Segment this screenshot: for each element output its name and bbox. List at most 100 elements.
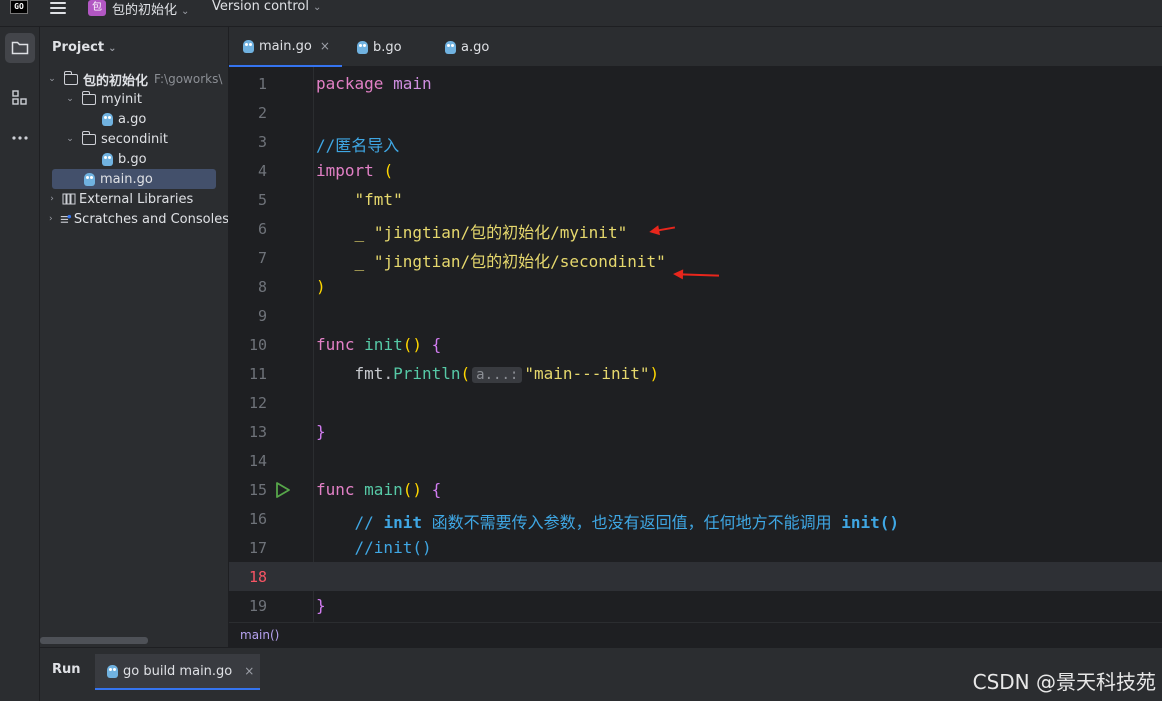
gopher-file-icon	[243, 39, 254, 53]
tree-item-external-libraries[interactable]: › External Libraries	[40, 189, 228, 209]
code-line[interactable]: 1 package main	[229, 69, 1162, 98]
paren: (	[460, 364, 471, 383]
tree-item-path: F:\goworks\	[154, 72, 223, 86]
tab-main-go[interactable]: main.go ×	[229, 27, 342, 67]
code-line[interactable]: 19 }	[229, 591, 1162, 620]
watermark: CSDN @景天科技苑	[972, 670, 1156, 694]
close-icon[interactable]: ×	[244, 664, 254, 678]
structure-icon	[12, 90, 27, 105]
more-tools-button[interactable]	[5, 123, 35, 153]
tree-item-label: main.go	[100, 171, 153, 187]
line-number: 1	[257, 75, 267, 93]
tab-label: a.go	[461, 39, 490, 55]
close-icon[interactable]: ×	[320, 39, 330, 53]
brace: }	[316, 422, 326, 441]
brace: {	[431, 335, 442, 354]
line-number: 8	[257, 278, 267, 296]
code-line[interactable]: 16 // init 函数不需要传入参数，也没有返回值，任何地方不能调用 ini…	[229, 504, 1162, 533]
tree-item-root[interactable]: ⌄ 包的初始化 F:\goworks\	[40, 69, 228, 89]
tree-item-label: Scratches and Consoles	[73, 211, 229, 227]
structure-tool-button[interactable]	[5, 83, 35, 113]
code-line[interactable]: 9	[229, 301, 1162, 330]
project-name-label: 包的初始化	[112, 3, 178, 18]
code-line[interactable]: 14	[229, 446, 1162, 475]
line-number: 16	[248, 510, 267, 528]
keyword: func	[316, 480, 355, 499]
tab-b-go[interactable]: b.go	[357, 27, 437, 67]
tab-a-go[interactable]: a.go	[445, 27, 525, 67]
chevron-down-icon[interactable]: ⌄	[46, 74, 58, 84]
code-line[interactable]: 15 func main() {	[229, 475, 1162, 504]
comment: //	[354, 538, 374, 557]
code-line[interactable]: 13 }	[229, 417, 1162, 446]
scratches-icon	[60, 214, 71, 223]
hamburger-icon[interactable]	[50, 2, 66, 14]
code-line[interactable]: 4 import (	[229, 156, 1162, 185]
run-tab-go-build[interactable]: go build main.go ×	[95, 654, 260, 690]
paren: ()	[402, 335, 422, 354]
chevron-right-icon[interactable]: ›	[46, 214, 56, 224]
comment: //匿名导入	[316, 136, 400, 155]
tree-item-label: External Libraries	[79, 191, 194, 207]
version-control-menu[interactable]: Version control ⌄	[212, 0, 321, 14]
tree-item-main-go[interactable]: main.go	[52, 169, 216, 189]
code-editor[interactable]: 1 package main 2 3 //匿名导入 4 import ( 5 "…	[229, 67, 1162, 622]
folder-icon	[81, 130, 96, 145]
run-gutter-icon[interactable]	[275, 481, 291, 499]
chevron-down-icon[interactable]: ⌄	[64, 134, 76, 144]
line-number: 12	[248, 394, 267, 412]
function-name: init	[364, 335, 403, 354]
chevron-right-icon[interactable]: ›	[46, 194, 58, 204]
tree-item-scratches[interactable]: › Scratches and Consoles	[40, 209, 229, 229]
code-line-current[interactable]: 18	[229, 562, 1162, 591]
function-call: Println	[393, 364, 461, 383]
paren: )	[316, 277, 326, 296]
chevron-down-icon: ⌄	[313, 2, 322, 13]
brace: {	[431, 480, 442, 499]
string-literal: "main---init"	[524, 364, 650, 383]
tool-window-strip	[0, 27, 40, 701]
project-switcher[interactable]: 包的初始化 ⌄	[112, 0, 189, 18]
line-number: 15	[248, 481, 267, 499]
breadcrumb-item[interactable]: main()	[240, 628, 279, 642]
horizontal-scrollbar[interactable]	[40, 637, 148, 644]
project-badge-icon[interactable]: 包	[88, 0, 106, 16]
title-bar: GO 包 包的初始化 ⌄ Version control ⌄	[0, 0, 1162, 27]
tree-item-myinit[interactable]: ⌄ myinit	[40, 89, 228, 109]
comment-code: init()	[841, 513, 900, 532]
tree-item-label: 包的初始化	[83, 73, 149, 89]
line-number: 9	[257, 307, 267, 325]
string-literal: "jingtian/包的初始化/myinit"	[373, 223, 628, 242]
code-line[interactable]: 6 _ "jingtian/包的初始化/myinit"	[229, 214, 1162, 243]
tree-item-label: myinit	[101, 91, 142, 107]
function-name: main	[364, 480, 403, 499]
project-panel-header[interactable]: Project ⌄	[52, 40, 116, 55]
line-number: 19	[248, 597, 267, 615]
code-line[interactable]: 7 _ "jingtian/包的初始化/secondinit"	[229, 243, 1162, 272]
paren: (	[383, 161, 394, 180]
line-number: 10	[248, 336, 267, 354]
code-line[interactable]: 11 fmt.Println(a...: "main---init")	[229, 359, 1162, 388]
code-line[interactable]: 2	[229, 98, 1162, 127]
comment: //	[354, 513, 384, 532]
folder-icon	[11, 41, 29, 55]
keyword: import	[316, 161, 374, 180]
tree-item-a-go[interactable]: a.go	[40, 109, 228, 129]
package-ref: fmt	[354, 364, 384, 383]
tree-item-b-go[interactable]: b.go	[40, 149, 228, 169]
chevron-down-icon[interactable]: ⌄	[64, 94, 76, 104]
comment: 函数不需要传入参数，也没有返回值，任何地方不能调用	[421, 513, 842, 532]
code-line[interactable]: 17 //init()	[229, 533, 1162, 562]
code-line[interactable]: 3 //匿名导入	[229, 127, 1162, 156]
project-tool-button[interactable]	[5, 33, 35, 63]
tree-item-secondinit[interactable]: ⌄ secondinit	[40, 129, 228, 149]
package-name: main	[393, 74, 432, 93]
gopher-file-icon	[84, 172, 95, 186]
code-line[interactable]: 5 "fmt"	[229, 185, 1162, 214]
code-line[interactable]: 10 func init() {	[229, 330, 1162, 359]
tab-label: b.go	[373, 39, 402, 55]
code-line[interactable]: 8 )	[229, 272, 1162, 301]
paren: ()	[402, 480, 422, 499]
code-line[interactable]: 12	[229, 388, 1162, 417]
breadcrumb[interactable]: main()	[229, 622, 1162, 647]
